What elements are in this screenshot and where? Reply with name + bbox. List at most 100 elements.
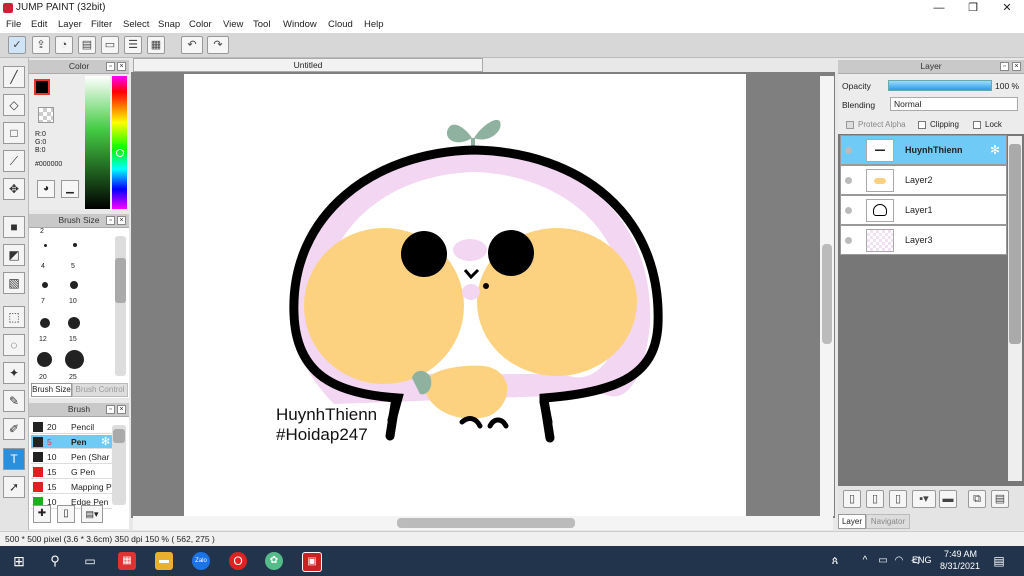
drawing-canvas[interactable]: HuynhThienn #Hoidap247 xyxy=(184,74,746,516)
brush-size-dot-20[interactable] xyxy=(37,352,52,367)
delete-layer-icon[interactable]: ▤ xyxy=(991,490,1009,508)
tab-brush-size[interactable]: Brush Size xyxy=(31,383,72,397)
layer-visibility-icon[interactable] xyxy=(845,147,852,154)
grid-icon[interactable]: ▦ xyxy=(147,36,165,54)
layer-row-layer2[interactable]: Layer2 xyxy=(840,165,1007,195)
menu-file[interactable]: File xyxy=(6,19,21,30)
protect-alpha-checkbox[interactable] xyxy=(846,121,854,129)
file-explorer-icon[interactable]: ▬ xyxy=(155,552,173,570)
color-picker-icon[interactable]: ▁ xyxy=(61,180,79,198)
menu-select[interactable]: Select xyxy=(123,19,149,30)
brush-item[interactable]: 5 Pen ✻ xyxy=(31,435,112,449)
notification-icon[interactable]: ▤ xyxy=(990,552,1008,570)
clipping-checkbox[interactable] xyxy=(918,121,926,129)
folder-icon[interactable]: ▬ xyxy=(939,490,957,508)
layer-visibility-icon[interactable] xyxy=(845,237,852,244)
clock-time[interactable]: 7:49 AM xyxy=(944,549,977,559)
foreground-color-swatch[interactable] xyxy=(34,79,50,95)
new-layer-folder-icon[interactable]: ▯ xyxy=(866,490,884,508)
fill-rect-tool-icon[interactable]: ■ xyxy=(3,216,25,238)
layer-settings-gear-icon[interactable]: ✻ xyxy=(990,143,1000,157)
layer-row-layer3[interactable]: Layer3 xyxy=(840,225,1007,255)
brush-size-scrollbar[interactable] xyxy=(115,236,126,376)
menu-window[interactable]: Window xyxy=(283,19,317,30)
cloud-sync-icon[interactable]: ✓ xyxy=(8,36,26,54)
menu-edit[interactable]: Edit xyxy=(31,19,47,30)
undo-icon[interactable]: ↶ xyxy=(181,36,203,54)
document-icon[interactable]: ▭ xyxy=(101,36,119,54)
brush-size-dot-5[interactable] xyxy=(73,243,77,247)
merge-layer-icon[interactable]: ⧉ xyxy=(968,490,986,508)
share-icon[interactable]: ⇪ xyxy=(32,36,50,54)
menu-snap[interactable]: Snap xyxy=(158,19,180,30)
brush-panel-float-icon[interactable]: ▫ xyxy=(106,405,115,414)
search-icon[interactable]: ⚲ xyxy=(46,552,64,570)
add-brush-icon[interactable]: ✚ xyxy=(33,505,51,523)
eraser-tool-icon[interactable]: ◇ xyxy=(3,94,25,116)
color-value-slider[interactable] xyxy=(85,76,110,209)
new-brush-icon[interactable]: ▯ xyxy=(57,505,75,523)
hue-slider[interactable] xyxy=(112,76,127,209)
lasso-tool-icon[interactable]: ◌ xyxy=(3,334,25,356)
close-button[interactable]: ✕ xyxy=(990,0,1024,17)
brush-size-dot-4[interactable] xyxy=(44,244,47,247)
zalo-icon[interactable]: Zalo xyxy=(192,552,210,570)
transparent-color-swatch[interactable] xyxy=(38,107,54,123)
frame-tool-icon[interactable]: □ xyxy=(3,122,25,144)
brush-item[interactable]: 15 G Pen xyxy=(31,465,112,479)
lock-checkbox[interactable] xyxy=(973,121,981,129)
layer-row-layer1[interactable]: Layer1 xyxy=(840,195,1007,225)
line-tool-icon[interactable]: ⟋ xyxy=(3,150,25,172)
color-panel-close-icon[interactable]: × xyxy=(117,62,126,71)
brush-size-dot-15[interactable] xyxy=(68,317,80,329)
opacity-slider[interactable] xyxy=(888,80,992,91)
text-tool-icon[interactable]: T xyxy=(3,448,25,470)
document-tab[interactable]: Untitled xyxy=(133,58,483,72)
jump-paint-taskbar-icon[interactable]: ▣ xyxy=(302,552,322,572)
brush-item[interactable]: 10 Pen (Shar xyxy=(31,450,112,464)
layer-row-huynhthienn[interactable]: ▬▬ HuynhThienn ✻ xyxy=(840,135,1007,165)
menu-view[interactable]: View xyxy=(223,19,243,30)
brush-item[interactable]: 15 Mapping P xyxy=(31,480,112,494)
brush-panel-close-icon[interactable]: × xyxy=(117,405,126,414)
blending-select[interactable]: Normal xyxy=(890,97,1018,111)
clock-date[interactable]: 8/31/2021 xyxy=(940,561,980,571)
color-panel-float-icon[interactable]: ▫ xyxy=(106,62,115,71)
app-icon-1[interactable]: ▦ xyxy=(118,552,136,570)
tray-chevron-icon[interactable]: ^ xyxy=(856,552,874,570)
horizontal-scroll-thumb[interactable] xyxy=(397,518,575,528)
comment-icon[interactable]: ◔ xyxy=(55,36,73,54)
select-pen-tool-icon[interactable]: ✎ xyxy=(3,390,25,412)
people-icon[interactable]: ጰ xyxy=(826,552,844,570)
menu-filter[interactable]: Filter xyxy=(91,19,112,30)
maximize-button[interactable]: ❐ xyxy=(956,0,990,17)
brush-item[interactable]: 20 Pencil xyxy=(31,420,112,434)
layer-type-menu-icon[interactable]: ▪▾ xyxy=(912,490,936,508)
layer-list-scroll-thumb[interactable] xyxy=(1009,144,1021,344)
bucket-tool-icon[interactable]: ◩ xyxy=(3,244,25,266)
brush-settings-gear-icon[interactable]: ✻ xyxy=(101,435,110,448)
palette-icon[interactable]: ◕ xyxy=(37,180,55,198)
tab-layer[interactable]: Layer xyxy=(838,514,866,529)
operation-tool-icon[interactable]: ➚ xyxy=(3,476,25,498)
layer-visibility-icon[interactable] xyxy=(845,207,852,214)
menu-cloud[interactable]: Cloud xyxy=(328,19,353,30)
move-tool-icon[interactable]: ✥ xyxy=(3,178,25,200)
copy-layer-icon[interactable]: ▯ xyxy=(889,490,907,508)
tab-navigator[interactable]: Navigator xyxy=(866,514,910,529)
brush-size-dot-25[interactable] xyxy=(65,350,84,369)
opera-icon[interactable]: O xyxy=(229,552,247,570)
layer-panel-float-icon[interactable]: ▫ xyxy=(1000,62,1009,71)
layer-visibility-icon[interactable] xyxy=(845,177,852,184)
message-icon[interactable]: ▤ xyxy=(78,36,96,54)
brush-size-dot-10[interactable] xyxy=(70,281,78,289)
brush-menu-icon[interactable]: ▤▾ xyxy=(81,505,103,523)
brush-size-scroll-thumb[interactable] xyxy=(115,258,126,303)
brush-list-scroll-thumb[interactable] xyxy=(113,429,125,443)
rect-select-tool-icon[interactable]: ⬚ xyxy=(3,306,25,328)
hue-cursor[interactable] xyxy=(116,149,124,157)
magic-wand-tool-icon[interactable]: ✦ xyxy=(3,362,25,384)
brush-size-dot-7[interactable] xyxy=(42,282,48,288)
task-view-icon[interactable]: ▭ xyxy=(81,552,99,570)
menu-layer[interactable]: Layer xyxy=(58,19,82,30)
